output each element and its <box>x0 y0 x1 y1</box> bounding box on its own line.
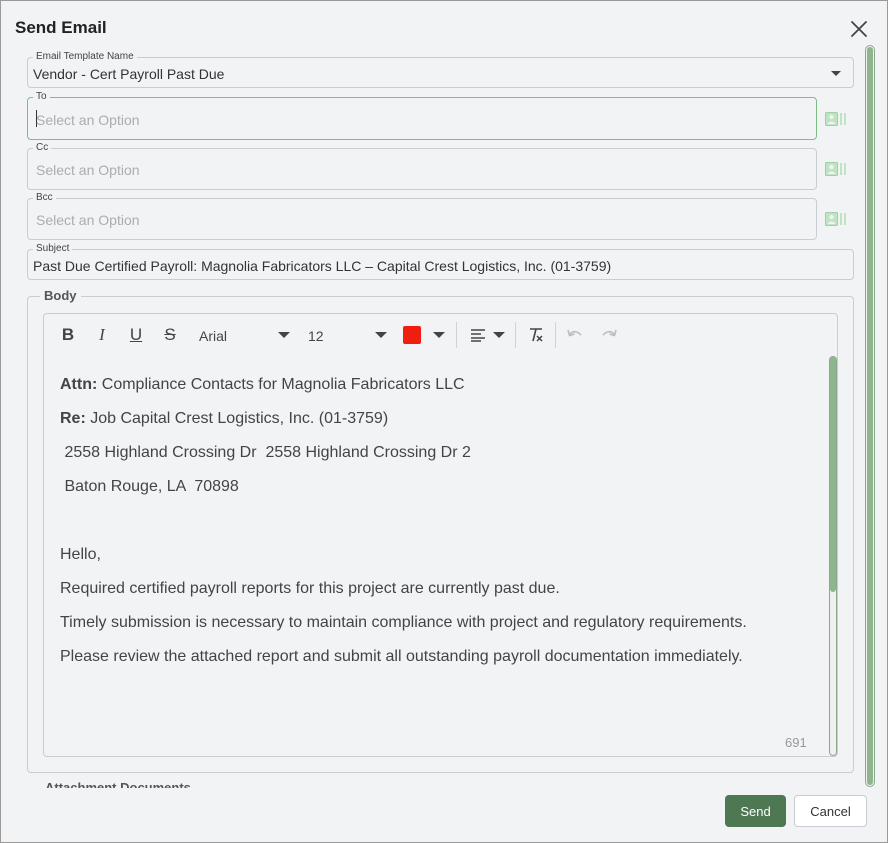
bcc-field[interactable]: Bcc Select an Option <box>27 192 817 240</box>
contact-card-icon[interactable] <box>825 212 847 226</box>
toolbar-divider <box>555 322 556 348</box>
send-email-dialog: Send Email Email Template Name Vendor - … <box>0 0 888 843</box>
dialog-scrollbar-thumb[interactable] <box>867 47 873 785</box>
character-count: 691 <box>785 735 807 750</box>
re-line: Re: Job Capital Crest Logistics, Inc. (0… <box>60 410 388 428</box>
underline-button[interactable]: U <box>126 325 146 345</box>
greeting-line: Hello, <box>60 546 101 563</box>
body-label: Body <box>40 288 81 303</box>
chevron-down-icon[interactable] <box>433 332 445 338</box>
clear-formatting-icon[interactable] <box>527 326 545 344</box>
contact-card-icon[interactable] <box>825 112 847 126</box>
attn-text: Compliance Contacts for Magnolia Fabrica… <box>97 376 465 393</box>
font-size-select[interactable]: 12 <box>308 328 324 344</box>
attn-line: Attn: Compliance Contacts for Magnolia F… <box>60 376 465 394</box>
editor-toolbar: B I U S Arial 12 <box>44 314 837 356</box>
font-family-select[interactable]: Arial <box>199 328 227 344</box>
template-value: Vendor - Cert Payroll Past Due <box>33 66 225 82</box>
rich-text-editor[interactable]: B I U S Arial 12 Attn: Compliance Contac… <box>43 313 838 757</box>
re-text: Job Capital Crest Logistics, Inc. (01-37… <box>85 410 389 427</box>
cc-label: Cc <box>33 142 52 154</box>
text-color-swatch[interactable] <box>403 326 421 344</box>
to-placeholder: Select an Option <box>36 112 140 128</box>
cancel-button[interactable]: Cancel <box>794 795 867 827</box>
chevron-down-icon[interactable] <box>375 332 387 338</box>
bold-button[interactable]: B <box>58 325 78 345</box>
subject-label: Subject <box>33 243 73 255</box>
align-left-icon[interactable] <box>470 328 486 342</box>
italic-button[interactable]: I <box>92 325 112 345</box>
undo-icon[interactable] <box>566 327 584 343</box>
bcc-label: Bcc <box>33 192 56 204</box>
attachments-label: Attachment Documents <box>45 780 191 788</box>
toolbar-divider <box>515 322 516 348</box>
cc-field[interactable]: Cc Select an Option <box>27 142 817 190</box>
re-label: Re: <box>60 410 86 427</box>
paragraph-3: Please review the attached report and su… <box>60 648 743 665</box>
template-select[interactable]: Email Template Name Vendor - Cert Payrol… <box>27 51 854 88</box>
strikethrough-button[interactable]: S <box>160 325 180 345</box>
paragraph-1: Required certified payroll reports for t… <box>60 580 560 597</box>
chevron-down-icon[interactable] <box>278 332 290 338</box>
dialog-scrollbar[interactable] <box>865 45 875 787</box>
editor-scrollbar-thumb[interactable] <box>830 357 836 592</box>
dialog-title: Send Email <box>15 18 107 37</box>
subject-field[interactable]: Subject Past Due Certified Payroll: Magn… <box>27 243 854 280</box>
toolbar-divider <box>456 322 457 348</box>
close-icon[interactable] <box>847 17 871 41</box>
cc-placeholder: Select an Option <box>36 162 140 178</box>
chevron-down-icon[interactable] <box>831 71 841 76</box>
address-line-1: 2558 Highland Crossing Dr 2558 Highland … <box>60 444 471 461</box>
chevron-down-icon[interactable] <box>493 332 505 338</box>
editor-scrollbar[interactable] <box>829 356 837 756</box>
contact-card-icon[interactable] <box>825 162 847 176</box>
paragraph-2: Timely submission is necessary to mainta… <box>60 614 747 631</box>
to-field[interactable]: To Select an Option <box>27 91 817 140</box>
attn-label: Attn: <box>60 376 98 393</box>
subject-value: Past Due Certified Payroll: Magnolia Fab… <box>33 258 612 274</box>
send-button[interactable]: Send <box>725 795 786 827</box>
to-label: To <box>33 91 50 103</box>
redo-icon[interactable] <box>600 327 618 343</box>
bcc-placeholder: Select an Option <box>36 212 140 228</box>
address-line-2: Baton Rouge, LA 70898 <box>60 478 239 495</box>
template-label: Email Template Name <box>33 51 137 63</box>
